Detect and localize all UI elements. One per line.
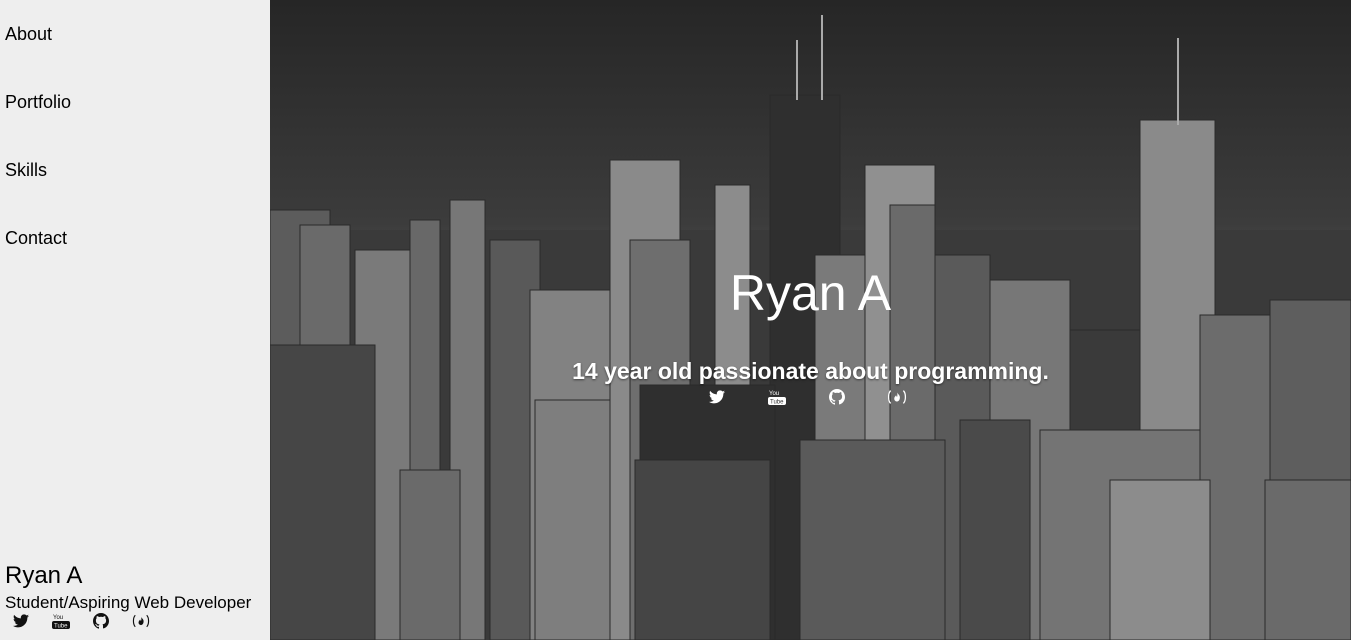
github-icon[interactable]	[92, 612, 110, 630]
nav-portfolio[interactable]: Portfolio	[5, 92, 71, 113]
youtube-icon[interactable]: You Tube	[767, 387, 787, 407]
hero-subtitle: 14 year old passionate about programming…	[572, 358, 1049, 384]
freecodecamp-icon[interactable]	[887, 387, 907, 407]
svg-text:Tube: Tube	[770, 400, 784, 406]
sidebar-name: Ryan A	[5, 562, 83, 589]
hero-title: Ryan A	[729, 265, 892, 321]
twitter-icon[interactable]	[12, 612, 30, 630]
sidebar-tagline: Student/Aspiring Web Developer	[5, 593, 252, 612]
hero-banner: Ryan A 14 year old passionate about prog…	[270, 0, 1351, 640]
svg-text:You: You	[769, 391, 779, 397]
sidebar-social-links: You Tube	[12, 612, 172, 630]
svg-text:Tube: Tube	[54, 624, 68, 630]
nav-skills[interactable]: Skills	[5, 160, 47, 181]
freecodecamp-icon[interactable]	[132, 612, 150, 630]
nav-contact[interactable]: Contact	[5, 228, 67, 249]
nav-about[interactable]: About	[5, 24, 52, 45]
github-icon[interactable]	[827, 387, 847, 407]
sidebar: About Portfolio Skills Contact Ryan A St…	[0, 0, 270, 640]
svg-text:You: You	[53, 615, 63, 621]
twitter-icon[interactable]	[707, 387, 727, 407]
youtube-icon[interactable]: You Tube	[52, 612, 70, 630]
hero-social-links: You Tube	[707, 387, 947, 407]
